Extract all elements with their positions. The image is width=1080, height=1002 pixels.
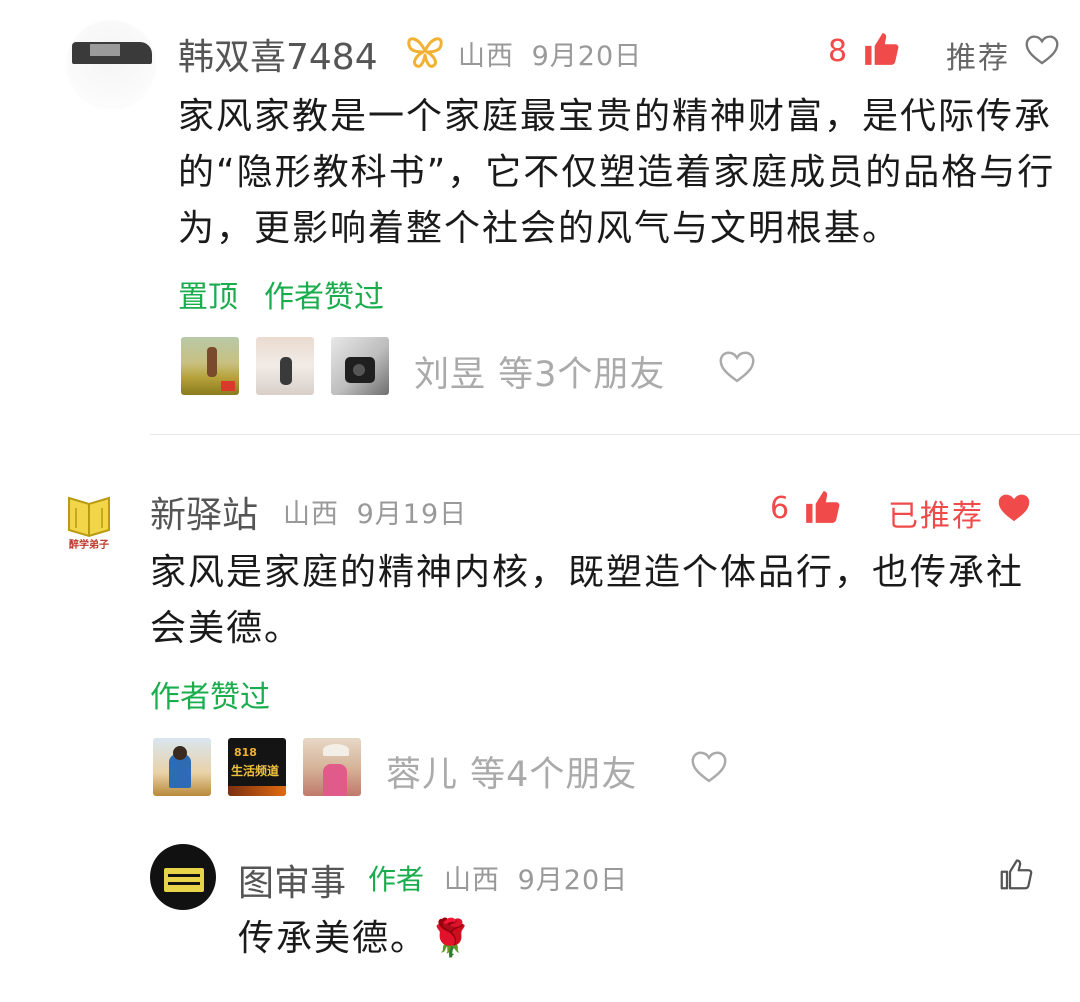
date: 9月20日: [531, 41, 643, 72]
thumbs-up-icon[interactable]: [803, 488, 841, 526]
friend-avatar[interactable]: [181, 337, 239, 395]
reply-meta: 山西 9月20日: [444, 858, 628, 897]
author-avatar[interactable]: [150, 844, 216, 910]
comment-username[interactable]: 新驿站: [150, 486, 258, 538]
like-count: 8: [828, 34, 848, 69]
friend-avatar[interactable]: [256, 337, 314, 395]
comment-text: 家风家教是一个家庭最宝贵的精神财富，是代际传承的“隐形教科书”，它不仅塑造着家庭…: [178, 96, 1056, 249]
author-tag: 作者: [368, 863, 425, 896]
user-avatar[interactable]: [66, 20, 156, 110]
user-avatar[interactable]: 醉学弟子: [46, 478, 132, 564]
reply-username[interactable]: 图审事: [238, 854, 346, 906]
butterfly-badge-icon: [407, 37, 443, 68]
author-liked-tag: 作者赞过: [150, 680, 270, 715]
avatar-caption: 醉学弟子: [69, 540, 109, 551]
comment-divider: [150, 434, 1080, 435]
pinned-tag: 置顶: [178, 280, 238, 315]
friends-liked-text[interactable]: 蓉儿 等4个朋友: [386, 746, 637, 797]
friends-liked-text[interactable]: 刘昱 等3个朋友: [414, 346, 665, 397]
book-icon: [68, 496, 110, 538]
date: 9月20日: [517, 865, 629, 896]
like-count: 6: [770, 491, 790, 526]
location: 山西: [458, 41, 514, 72]
recommended-button[interactable]: 已推荐: [888, 491, 984, 535]
location: 山西: [283, 499, 339, 530]
date: 9月19日: [356, 499, 468, 530]
friend-avatar[interactable]: [153, 738, 211, 796]
heart-filled-icon[interactable]: [996, 492, 1032, 524]
heart-outline-icon[interactable]: [690, 750, 728, 784]
location: 山西: [444, 865, 500, 896]
heart-outline-icon[interactable]: [718, 350, 756, 384]
thumb-caption: 生活频道: [231, 764, 280, 778]
comment-username[interactable]: 韩双喜7484: [178, 28, 378, 80]
recommend-button[interactable]: 推荐: [946, 33, 1010, 77]
comment-meta: 山西 9月20日: [458, 34, 642, 73]
friend-avatar[interactable]: [303, 738, 361, 796]
friend-avatar[interactable]: [331, 337, 389, 395]
thumbs-up-icon[interactable]: [862, 30, 900, 68]
friend-avatar[interactable]: 818 生活频道: [228, 738, 286, 796]
comment-meta: 山西 9月19日: [283, 492, 467, 531]
author-liked-tag: 作者赞过: [264, 280, 384, 315]
comment-text: 家风是家庭的精神内核，既塑造个体品行，也传承社会美德。: [150, 552, 1025, 649]
heart-outline-icon[interactable]: [1024, 34, 1060, 66]
reply-text: 传承美德。🌹: [238, 918, 475, 959]
thumbs-up-outline-icon[interactable]: [998, 856, 1034, 892]
